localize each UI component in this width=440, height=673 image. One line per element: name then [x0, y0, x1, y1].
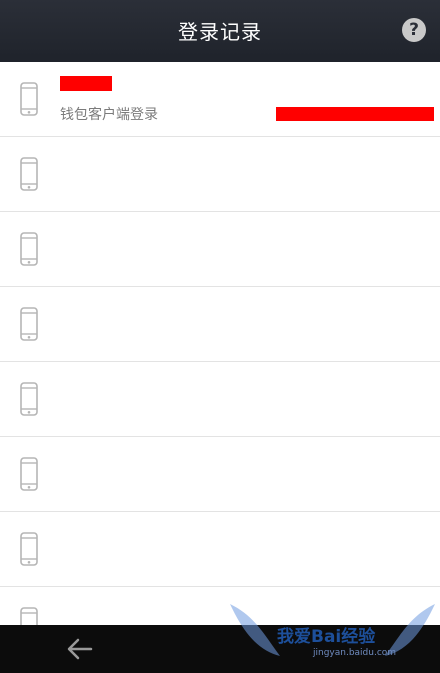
page-title: 登录记录 [178, 20, 262, 44]
phone-icon [20, 457, 38, 491]
phone-icon [20, 82, 38, 116]
login-record-row[interactable]: 钱包客户端登录 [0, 62, 440, 137]
back-button[interactable] [64, 633, 96, 665]
phone-icon [20, 157, 38, 191]
login-record-row[interactable] [0, 362, 440, 437]
top-header: 登录记录 ? [0, 0, 440, 62]
redacted-login-detail [276, 107, 434, 121]
phone-icon [20, 607, 38, 625]
login-record-row[interactable] [0, 287, 440, 362]
login-record-row[interactable] [0, 512, 440, 587]
login-record-row[interactable] [0, 137, 440, 212]
help-button[interactable]: ? [402, 18, 426, 42]
login-method-label: 钱包客户端登录 [60, 107, 158, 123]
back-arrow-icon [67, 638, 93, 660]
phone-icon [20, 532, 38, 566]
redacted-account-name [60, 76, 112, 91]
phone-icon [20, 307, 38, 341]
login-record-row[interactable] [0, 437, 440, 512]
login-record-list: 钱包客户端登录 [0, 62, 440, 625]
login-record-row[interactable] [0, 587, 440, 625]
phone-icon [20, 232, 38, 266]
help-icon: ? [409, 20, 419, 40]
phone-icon [20, 382, 38, 416]
bottom-navigation-bar [0, 625, 440, 673]
login-record-row[interactable] [0, 212, 440, 287]
